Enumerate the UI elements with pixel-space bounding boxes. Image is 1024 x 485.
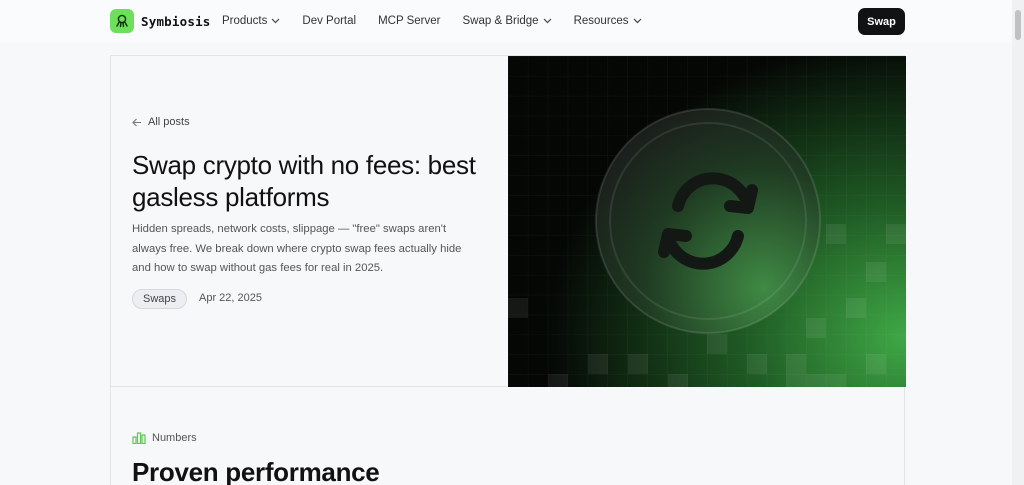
scrollbar-thumb[interactable] xyxy=(1015,10,1021,40)
arrow-left-icon xyxy=(132,118,141,126)
category-tag[interactable]: Swaps xyxy=(132,289,188,309)
nav-item-swap-bridge[interactable]: Swap & Bridge xyxy=(463,15,552,27)
hero-image xyxy=(508,56,906,387)
chevron-down-icon xyxy=(633,18,641,24)
section-title: Proven performance xyxy=(132,457,380,485)
scrollbar[interactable] xyxy=(1012,0,1024,485)
article-title: Swap crypto with no fees: best gasless p… xyxy=(132,150,476,212)
site-header: Symbiosis Products Dev Portal MCP Server… xyxy=(0,0,1024,42)
nav-item-label: Swap & Bridge xyxy=(462,15,539,27)
octopus-icon xyxy=(110,9,134,33)
numbers-section: Numbers Proven performance xyxy=(110,387,905,485)
numbers-label: Numbers xyxy=(132,432,197,444)
chevron-down-icon xyxy=(543,18,552,24)
publish-date: Apr 22, 2025 xyxy=(199,292,262,304)
nav-item-label: Products xyxy=(222,15,268,27)
nav-item-products[interactable]: Products xyxy=(222,15,280,27)
hero-section: All posts Swap crypto with no fees: best… xyxy=(110,55,906,387)
bar-chart-icon xyxy=(132,432,146,444)
chevron-down-icon xyxy=(271,18,280,24)
all-posts-label: All posts xyxy=(148,116,190,128)
brand-logo[interactable]: Symbiosis xyxy=(110,9,211,33)
nav-item-label: MCP Server xyxy=(378,15,441,27)
nav-item-dev-portal[interactable]: Dev Portal xyxy=(302,15,356,27)
nav-item-label: Dev Portal xyxy=(302,15,357,27)
main-nav: Products Dev Portal MCP Server Swap & Br… xyxy=(222,0,664,42)
nav-item-resources[interactable]: Resources xyxy=(574,15,642,27)
numbers-label-text: Numbers xyxy=(152,432,197,444)
brand-name: Symbiosis xyxy=(141,13,211,29)
nav-item-mcp-server[interactable]: MCP Server xyxy=(378,15,440,27)
all-posts-link[interactable]: All posts xyxy=(132,116,190,128)
article-description: Hidden spreads, network costs, slippage … xyxy=(132,223,462,274)
nav-item-label: Resources xyxy=(573,15,629,27)
swap-button[interactable]: Swap xyxy=(858,8,905,35)
